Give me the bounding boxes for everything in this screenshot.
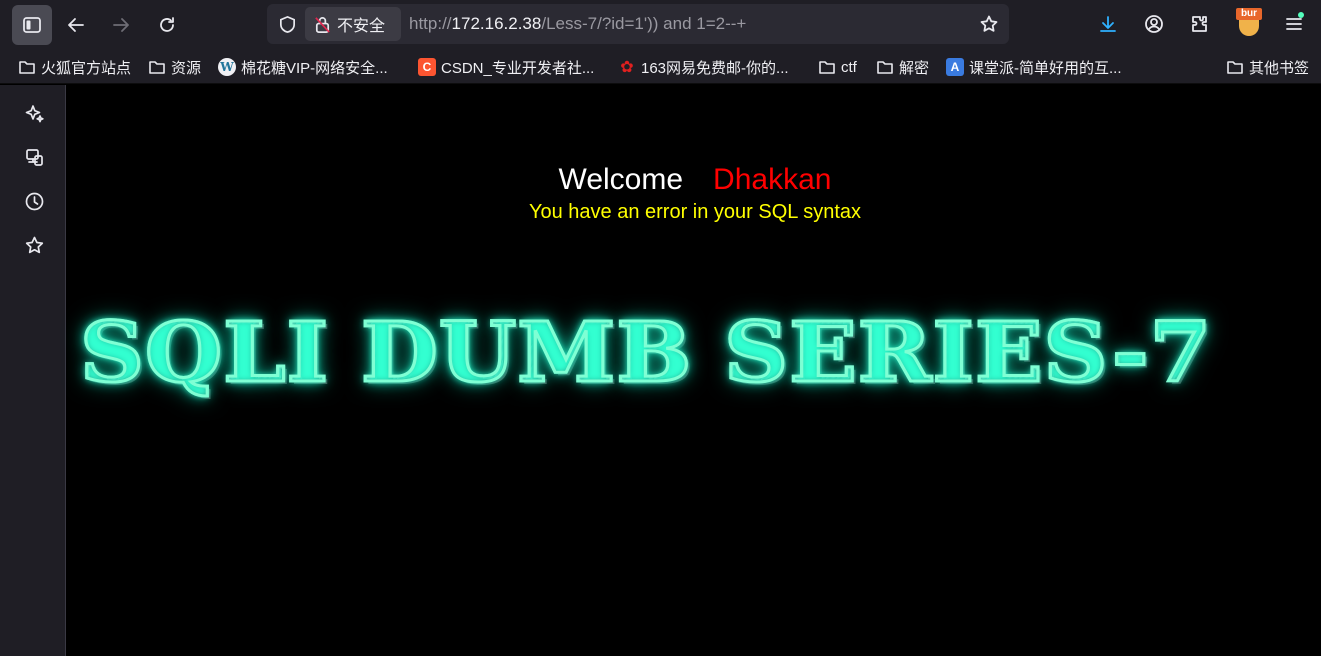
download-icon bbox=[1100, 16, 1116, 32]
bookmark-label: 课堂派-简单好用的互... bbox=[969, 59, 1122, 77]
insecure-lock-icon bbox=[315, 16, 330, 33]
forward-button[interactable] bbox=[101, 5, 141, 45]
bookmark-item[interactable]: 火狐官方站点 bbox=[18, 56, 131, 78]
folder-icon bbox=[818, 58, 836, 76]
bookmark-item[interactable]: C CSDN_专业开发者社... bbox=[418, 56, 594, 78]
folder-icon bbox=[148, 58, 166, 76]
series-banner: SQLI DUMB SERIES-7 bbox=[78, 304, 1321, 405]
site-insecure-indicator[interactable]: 不安全 bbox=[305, 7, 401, 41]
account-button[interactable] bbox=[1138, 8, 1170, 40]
bookmark-label: 棉花糖VIP-网络安全... bbox=[241, 59, 388, 77]
url-host: 172.16.2.38 bbox=[451, 14, 542, 33]
csdn-icon: C bbox=[418, 58, 436, 76]
sidebar-icon bbox=[23, 17, 41, 33]
welcome-line: Welcome Dhakkan bbox=[66, 163, 1321, 197]
sql-error-message: You have an error in your SQL syntax bbox=[528, 201, 862, 223]
folder-icon bbox=[18, 58, 36, 76]
bookmark-item[interactable]: W 棉花糖VIP-网络安全... bbox=[218, 56, 388, 78]
wordpress-icon: W bbox=[218, 58, 236, 76]
puzzle-icon bbox=[1192, 16, 1207, 32]
bookmark-label: ctf bbox=[841, 58, 857, 76]
burp-extension-button[interactable]: bur bbox=[1236, 8, 1262, 36]
page-content: Welcome Dhakkan You have an error in your… bbox=[66, 85, 1321, 656]
folder-icon bbox=[876, 58, 894, 76]
bookmark-star-icon[interactable] bbox=[977, 12, 1001, 36]
bookmark-label: CSDN_专业开发者社... bbox=[441, 59, 595, 77]
extension-face-icon bbox=[1239, 20, 1259, 36]
reload-button[interactable] bbox=[147, 5, 187, 45]
bookmark-item[interactable]: A 课堂派-简单好用的互... bbox=[946, 56, 1122, 78]
bookmark-item[interactable]: 资源 bbox=[148, 56, 201, 78]
bookmark-item-other[interactable]: 其他书签 bbox=[1226, 56, 1309, 78]
ketangpai-icon: A bbox=[946, 58, 964, 76]
extensions-button[interactable] bbox=[1183, 8, 1215, 40]
bookmark-label: 解密 bbox=[899, 59, 930, 77]
bookmark-item[interactable]: ✿ 163网易免费邮-你的... bbox=[618, 56, 789, 78]
insecure-label: 不安全 bbox=[337, 18, 386, 35]
arrow-left-icon bbox=[68, 18, 84, 32]
bookmark-label: 其他书签 bbox=[1249, 59, 1310, 77]
tracking-protection-shield-icon[interactable] bbox=[275, 12, 299, 36]
bookmark-item[interactable]: ctf bbox=[818, 56, 857, 78]
welcome-username: Dhakkan bbox=[713, 163, 832, 196]
downloads-button[interactable] bbox=[1092, 8, 1124, 40]
history-clock-icon[interactable] bbox=[22, 189, 46, 213]
url-bar[interactable]: 不安全 http://172.16.2.38/Less-7/?id=1')) a… bbox=[267, 4, 1009, 44]
folder-icon bbox=[1226, 58, 1244, 76]
extension-badge-label: bur bbox=[1236, 8, 1262, 20]
bookmark-label: 163网易免费邮-你的... bbox=[641, 59, 789, 77]
bookmark-label: 火狐官方站点 bbox=[41, 59, 132, 77]
bookmark-item[interactable]: 解密 bbox=[876, 56, 929, 78]
url-path: /Less-7/?id=1')) and 1=2--+ bbox=[541, 14, 747, 33]
arrow-right-icon bbox=[113, 18, 129, 32]
bookmarks-star-icon[interactable] bbox=[22, 233, 46, 257]
update-indicator-dot bbox=[1298, 12, 1304, 18]
reload-icon bbox=[160, 17, 174, 32]
series-banner-text: SQLI DUMB SERIES-7 bbox=[78, 304, 1213, 403]
ai-chatbot-sparkle-icon[interactable] bbox=[22, 101, 46, 125]
163-icon: ✿ bbox=[620, 59, 634, 76]
welcome-text: Welcome bbox=[558, 163, 684, 196]
browser-sidebar bbox=[0, 85, 66, 656]
url-text[interactable]: http://172.16.2.38/Less-7/?id=1')) and 1… bbox=[409, 14, 746, 34]
bookmark-label: 资源 bbox=[171, 59, 202, 77]
bookmarks-toolbar: 火狐官方站点 资源 W 棉花糖VIP-网络安全... C CSDN_专业开发者社… bbox=[0, 50, 1321, 84]
sidebar-toggle-button[interactable] bbox=[12, 5, 52, 45]
synced-tabs-icon[interactable] bbox=[22, 145, 46, 169]
back-button[interactable] bbox=[56, 5, 96, 45]
account-icon bbox=[1145, 15, 1163, 33]
browser-toolbar: 不安全 http://172.16.2.38/Less-7/?id=1')) a… bbox=[0, 0, 1321, 50]
app-menu-button[interactable] bbox=[1278, 8, 1310, 40]
url-prefix: http:// bbox=[409, 14, 452, 33]
